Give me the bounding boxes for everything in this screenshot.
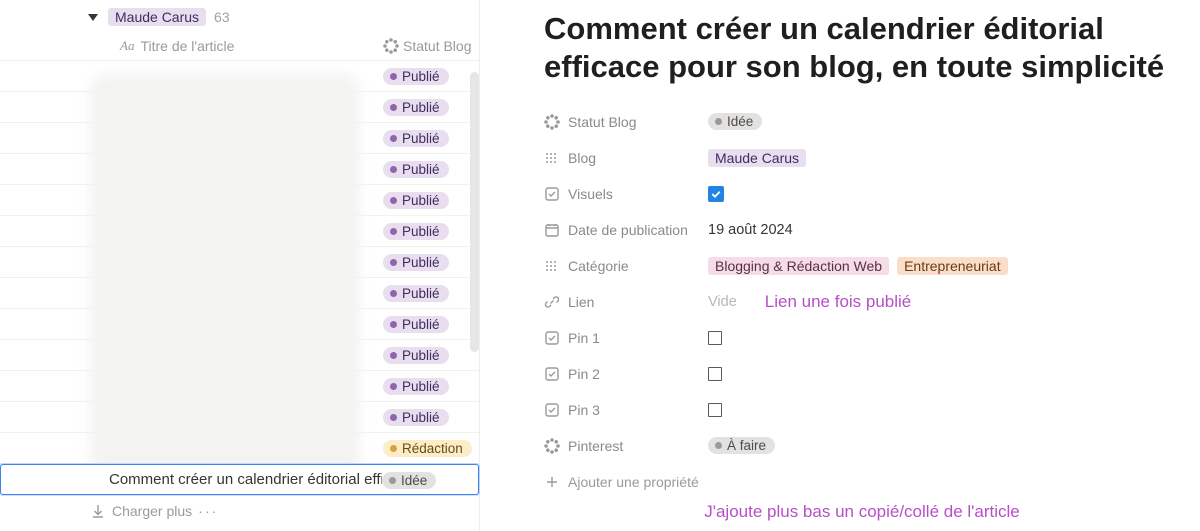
column-title-label: Titre de l'article (140, 38, 234, 54)
more-options-icon[interactable]: ··· (198, 503, 218, 519)
body-annotation: J'ajoute plus bas un copié/collé de l'ar… (544, 502, 1180, 528)
table-row[interactable]: Rédaction (0, 433, 479, 464)
column-status-label: Statut Blog (403, 38, 472, 54)
add-property-button[interactable]: Ajouter une propriété (544, 464, 1180, 502)
status-badge: Rédaction (383, 440, 472, 457)
status-badge: Publié (383, 285, 449, 302)
link-icon (544, 294, 560, 310)
status-badge: Idée (382, 472, 436, 489)
checkbox-property-icon (544, 186, 560, 202)
status-badge: Publié (383, 68, 449, 85)
status-property-icon (544, 114, 560, 130)
category-tag[interactable]: Blogging & Rédaction Web (708, 257, 889, 275)
date-value[interactable]: 19 août 2024 (708, 222, 793, 238)
property-pin2[interactable]: Pin 2 (544, 356, 1180, 392)
group-name-tag[interactable]: Maude Carus (108, 8, 206, 26)
status-badge[interactable]: À faire (708, 437, 775, 454)
property-pin1[interactable]: Pin 1 (544, 320, 1180, 356)
checkbox-property-icon (544, 330, 560, 346)
status-badge: Publié (383, 223, 449, 240)
group-count: 63 (214, 9, 230, 25)
group-header[interactable]: Maude Carus 63 (0, 6, 479, 32)
table-row[interactable]: Publié (0, 123, 479, 154)
collapse-toggle-icon[interactable] (88, 14, 98, 21)
calendar-icon (544, 222, 560, 238)
visuels-checkbox[interactable] (708, 186, 724, 202)
status-badge: Publié (383, 347, 449, 364)
text-property-icon: Aa (120, 38, 134, 54)
property-date-publication[interactable]: Date de publication 19 août 2024 (544, 212, 1180, 248)
property-pinterest[interactable]: Pinterest À faire (544, 428, 1180, 464)
property-lien[interactable]: Lien Vide Lien une fois publié (544, 284, 1180, 320)
table-row[interactable]: Publié (0, 247, 479, 278)
table-column-header: Aa Titre de l'article Statut Blog (0, 32, 479, 61)
property-blog[interactable]: Blog Maude Carus (544, 140, 1180, 176)
table-row[interactable]: Publié (0, 61, 479, 92)
status-badge: Publié (383, 254, 449, 271)
category-tag[interactable]: Entrepreneuriat (897, 257, 1008, 275)
table-row[interactable]: Publié (0, 340, 479, 371)
checkbox-property-icon (544, 366, 560, 382)
lien-empty[interactable]: Vide (708, 294, 737, 310)
status-badge: Publié (383, 161, 449, 178)
table-row[interactable]: Publié (0, 154, 479, 185)
pin2-checkbox[interactable] (708, 367, 722, 381)
status-badge: Publié (383, 409, 449, 426)
multi-select-icon (544, 258, 560, 274)
page-detail: Comment créer un calendrier éditorial ef… (480, 0, 1200, 531)
status-badge[interactable]: Idée (708, 113, 762, 130)
property-categorie[interactable]: Catégorie Blogging & Rédaction Web Entre… (544, 248, 1180, 284)
pin1-checkbox[interactable] (708, 331, 722, 345)
status-badge: Publié (383, 378, 449, 395)
table-row[interactable]: Publié (0, 92, 479, 123)
property-statut-blog[interactable]: Statut Blog Idée (544, 104, 1180, 140)
status-badge: Publié (383, 130, 449, 147)
column-status[interactable]: Statut Blog (383, 38, 479, 54)
table-row[interactable]: Publié (0, 185, 479, 216)
vertical-scrollbar[interactable] (470, 72, 479, 352)
table-body: Publié Publié Publié Publié Publié Publi… (0, 61, 479, 495)
status-property-icon (383, 38, 399, 54)
status-property-icon (544, 438, 560, 454)
blog-tag[interactable]: Maude Carus (708, 149, 806, 167)
page-title[interactable]: Comment créer un calendrier éditorial ef… (544, 10, 1180, 86)
download-icon (90, 503, 106, 519)
table-row[interactable]: Publié (0, 371, 479, 402)
column-title[interactable]: Aa Titre de l'article (120, 38, 383, 54)
table-row[interactable]: Publié (0, 278, 479, 309)
load-more-button[interactable]: Charger plus ··· (0, 495, 479, 519)
database-table: Maude Carus 63 Aa Titre de l'article Sta… (0, 0, 480, 531)
checkbox-property-icon (544, 402, 560, 418)
property-pin3[interactable]: Pin 3 (544, 392, 1180, 428)
selected-row-title: Comment créer un calendrier éditorial ef… (109, 471, 382, 488)
table-row[interactable]: Publié (0, 216, 479, 247)
status-badge: Publié (383, 316, 449, 333)
table-row-selected[interactable]: Comment créer un calendrier éditorial ef… (0, 464, 479, 495)
property-visuels[interactable]: Visuels (544, 176, 1180, 212)
status-badge: Publié (383, 192, 449, 209)
lien-annotation: Lien une fois publié (765, 292, 912, 312)
table-row[interactable]: Publié (0, 402, 479, 433)
table-row[interactable]: Publié (0, 309, 479, 340)
status-badge: Publié (383, 99, 449, 116)
plus-icon (544, 474, 560, 490)
pin3-checkbox[interactable] (708, 403, 722, 417)
multi-select-icon (544, 150, 560, 166)
